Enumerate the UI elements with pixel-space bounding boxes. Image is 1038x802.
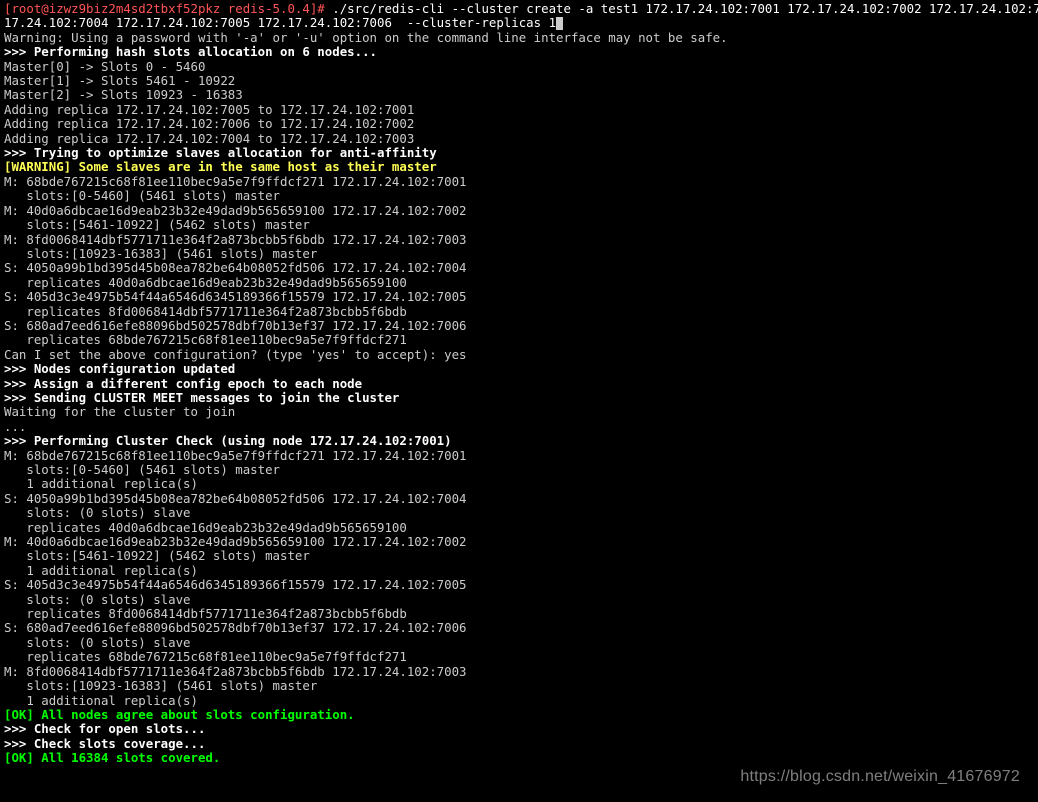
- heading-hash-allocation: >>> Performing hash slots allocation on …: [4, 44, 377, 59]
- waiting-join: Waiting for the cluster to join: [4, 404, 235, 419]
- node-s3: S: 680ad7eed616efe88096bd502578dbf70b13e…: [4, 318, 467, 333]
- node-s2-rep: replicates 8fd0068414dbf5771711e364f2a87…: [4, 304, 407, 319]
- check-s1: S: 4050a99b1bd395d45b08ea782be64b08052fd…: [4, 491, 467, 506]
- add-replica-3: Adding replica 172.17.24.102:7004 to 172…: [4, 131, 414, 146]
- heading-optimize: >>> Trying to optimize slaves allocation…: [4, 145, 437, 160]
- check-m2: M: 40d0a6dbcae16d9eab23b32e49dad9b565659…: [4, 534, 467, 549]
- check-s3-rep: replicates 68bde767215c68f81ee110bec9a5e…: [4, 649, 407, 664]
- check-m3-add: 1 additional replica(s): [4, 693, 198, 708]
- add-replica-1: Adding replica 172.17.24.102:7005 to 172…: [4, 102, 414, 117]
- check-s3-slots: slots: (0 slots) slave: [4, 635, 191, 650]
- check-s3: S: 680ad7eed616efe88096bd502578dbf70b13e…: [4, 620, 467, 635]
- heading-cluster-check: >>> Performing Cluster Check (using node…: [4, 433, 452, 448]
- warning-same-host: Some slaves are in the same host as thei…: [71, 159, 437, 174]
- check-s1-rep: replicates 40d0a6dbcae16d9eab23b32e49dad…: [4, 520, 407, 535]
- heading-cluster-meet: >>> Sending CLUSTER MEET messages to joi…: [4, 390, 399, 405]
- master-2: Master[2] -> Slots 10923 - 16383: [4, 87, 243, 102]
- heading-nodes-updated: >>> Nodes configuration updated: [4, 361, 235, 376]
- check-m3-slots: slots:[10923-16383] (5461 slots) master: [4, 678, 317, 693]
- check-m2-add: 1 additional replica(s): [4, 563, 198, 578]
- check-m1: M: 68bde767215c68f81ee110bec9a5e7f9ffdcf…: [4, 448, 467, 463]
- heading-coverage: >>> Check slots coverage...: [4, 736, 205, 751]
- master-0: Master[0] -> Slots 0 - 5460: [4, 59, 205, 74]
- check-s2-rep: replicates 8fd0068414dbf5771711e364f2a87…: [4, 606, 407, 621]
- confirm-prompt: Can I set the above configuration? (type…: [4, 347, 467, 362]
- add-replica-2: Adding replica 172.17.24.102:7006 to 172…: [4, 116, 414, 131]
- node-m2: M: 40d0a6dbcae16d9eab23b32e49dad9b565659…: [4, 203, 467, 218]
- node-s1-rep: replicates 40d0a6dbcae16d9eab23b32e49dad…: [4, 275, 407, 290]
- ok-nodes-agree: [OK] All nodes agree about slots configu…: [4, 707, 355, 722]
- heading-open-slots: >>> Check for open slots...: [4, 721, 205, 736]
- check-s2: S: 405d3c3e4975b54f44a6546d6345189366f15…: [4, 577, 467, 592]
- check-m1-slots: slots:[0-5460] (5461 slots) master: [4, 462, 280, 477]
- heading-epoch: >>> Assign a different config epoch to e…: [4, 376, 362, 391]
- shell-prompt: [root@izwz9biz2m4sd2tbxf52pkz redis-5.0.…: [4, 1, 325, 16]
- ok-slots-covered: [OK] All 16384 slots covered.: [4, 750, 220, 765]
- warning-label: [WARNING]: [4, 159, 71, 174]
- node-m3-slots: slots:[10923-16383] (5461 slots) master: [4, 246, 317, 261]
- check-m3: M: 8fd0068414dbf5771711e364f2a873bcbb5f6…: [4, 664, 467, 679]
- check-m2-slots: slots:[5461-10922] (5462 slots) master: [4, 548, 310, 563]
- command-line-2: 17.24.102:7004 172.17.24.102:7005 172.17…: [4, 15, 556, 30]
- warn-password: Warning: Using a password with '-a' or '…: [4, 30, 728, 45]
- check-m1-add: 1 additional replica(s): [4, 476, 198, 491]
- node-m3: M: 8fd0068414dbf5771711e364f2a873bcbb5f6…: [4, 232, 467, 247]
- master-1: Master[1] -> Slots 5461 - 10922: [4, 73, 235, 88]
- node-s1: S: 4050a99b1bd395d45b08ea782be64b08052fd…: [4, 260, 467, 275]
- node-m1: M: 68bde767215c68f81ee110bec9a5e7f9ffdcf…: [4, 174, 467, 189]
- terminal-cursor: [556, 17, 563, 30]
- node-m1-slots: slots:[0-5460] (5461 slots) master: [4, 188, 280, 203]
- check-s1-slots: slots: (0 slots) slave: [4, 505, 191, 520]
- terminal-output[interactable]: [root@izwz9biz2m4sd2tbxf52pkz redis-5.0.…: [0, 0, 1038, 768]
- command-line-1: ./src/redis-cli --cluster create -a test…: [332, 1, 1038, 16]
- waiting-dots: ...: [4, 419, 26, 434]
- check-s2-slots: slots: (0 slots) slave: [4, 592, 191, 607]
- node-m2-slots: slots:[5461-10922] (5462 slots) master: [4, 217, 310, 232]
- node-s2: S: 405d3c3e4975b54f44a6546d6345189366f15…: [4, 289, 467, 304]
- watermark: https://blog.csdn.net/weixin_41676972: [740, 768, 1020, 786]
- node-s3-rep: replicates 68bde767215c68f81ee110bec9a5e…: [4, 332, 407, 347]
